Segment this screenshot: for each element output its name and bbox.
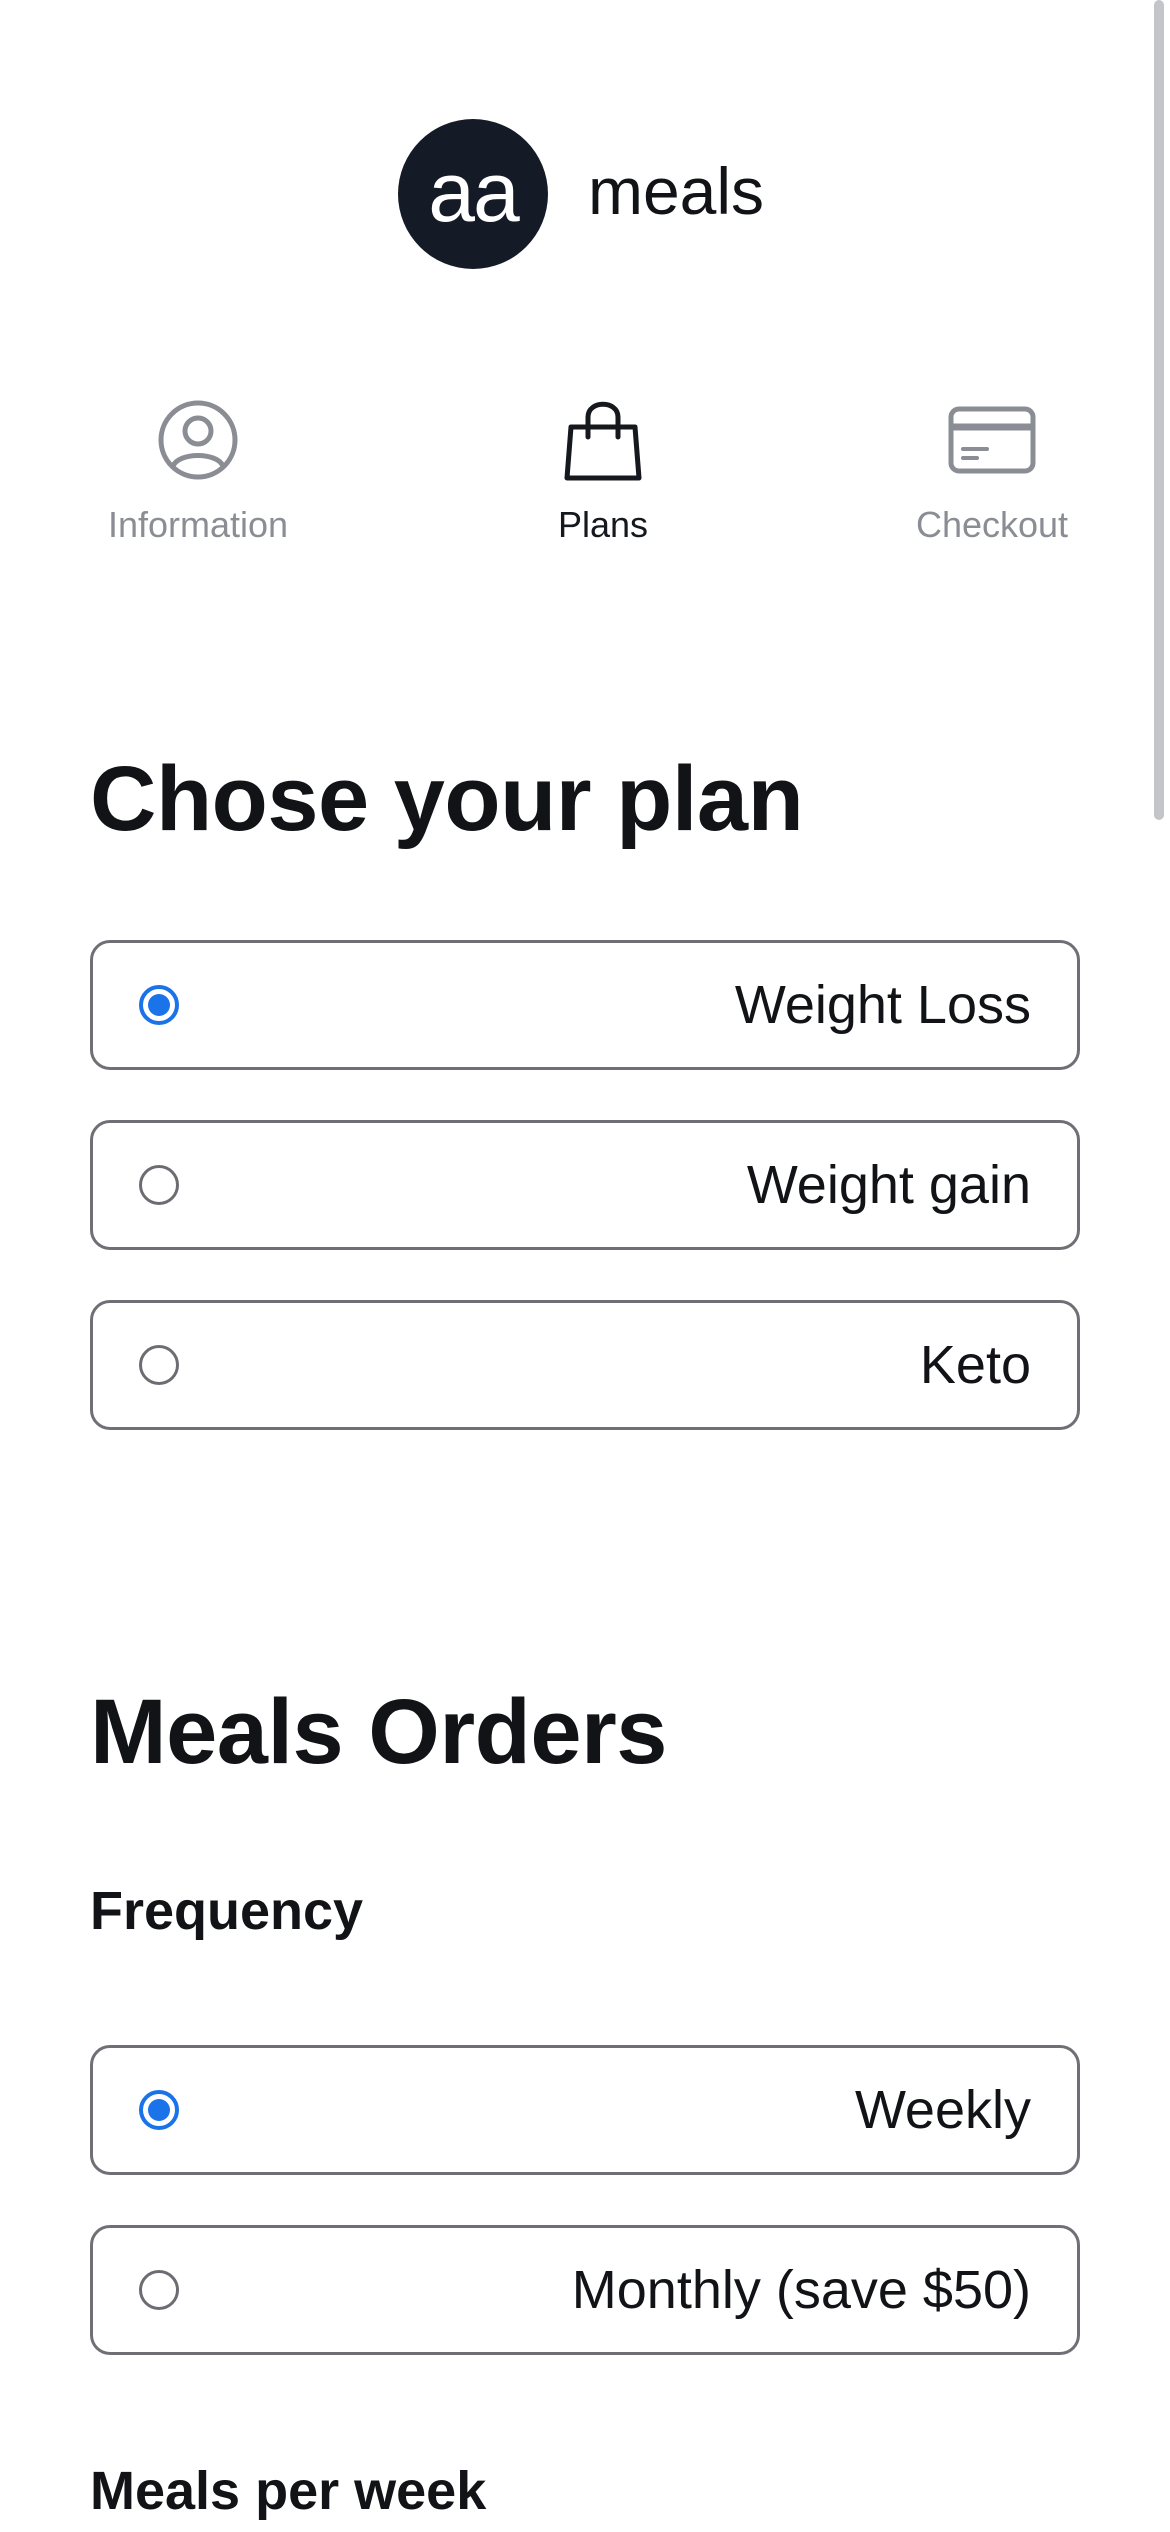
brand-name: meals [588,154,765,228]
step-information[interactable]: Information [78,395,318,546]
step-checkout[interactable]: Checkout [872,395,1112,546]
plan-option-weight-gain[interactable]: Weight gain [90,1120,1080,1250]
brand-logo[interactable]: aa meals [398,119,764,269]
option-label: Keto [919,1335,1031,1395]
option-label: Weekly [854,2080,1031,2140]
option-label: Monthly (save $50) [571,2260,1031,2320]
frequency-option-monthly[interactable]: Monthly (save $50) [90,2225,1080,2355]
plan-option-weight-loss[interactable]: Weight Loss [90,940,1080,1070]
credit-card-icon [948,406,1036,474]
shopping-bag-icon [564,401,642,481]
user-circle-icon [158,400,238,480]
plan-section-title: Chose your plan [90,748,804,850]
meals-per-week-label: Meals per week [90,2461,487,2521]
frequency-label: Frequency [90,1881,364,1941]
radio-button[interactable] [139,2270,179,2310]
brand-mark: aa [398,119,548,269]
option-label: Weight Loss [734,975,1031,1035]
step-label-plans: Plans [557,504,649,545]
step-plans[interactable]: Plans [483,395,723,546]
scrollbar[interactable] [1154,0,1164,820]
step-label-information: Information [107,504,289,545]
step-label-checkout: Checkout [915,504,1069,545]
frequency-option-weekly[interactable]: Weekly [90,2045,1080,2175]
option-label: Weight gain [746,1155,1031,1215]
orders-section-title: Meals Orders [90,1681,667,1783]
radio-button[interactable] [139,1165,179,1205]
radio-button[interactable] [139,2090,179,2130]
radio-button[interactable] [139,1345,179,1385]
plan-option-keto[interactable]: Keto [90,1300,1080,1430]
radio-button[interactable] [139,985,179,1025]
